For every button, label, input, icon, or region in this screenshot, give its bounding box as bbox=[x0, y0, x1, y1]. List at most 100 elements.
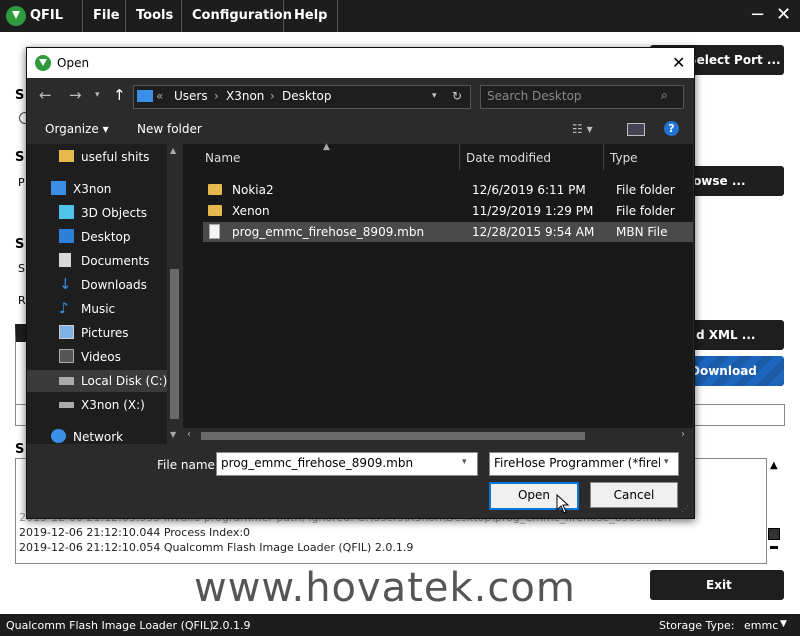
up-arrow-icon[interactable]: ↑ bbox=[113, 86, 126, 104]
scroll-thumb[interactable] bbox=[201, 432, 585, 440]
close-icon[interactable]: ✕ bbox=[776, 4, 791, 25]
breadcrumb-desktop[interactable]: Desktop bbox=[282, 89, 332, 103]
chevron-down-icon[interactable]: ▾ bbox=[432, 91, 437, 101]
nav-item-desktop[interactable]: Desktop bbox=[27, 226, 167, 248]
nav-item-network[interactable]: Network bbox=[27, 426, 167, 444]
nav-item-x3non-drive[interactable]: X3non (X:) bbox=[27, 394, 167, 416]
cube-icon bbox=[59, 205, 74, 219]
chevron-down-icon[interactable]: ▾ bbox=[462, 457, 467, 467]
column-header-type[interactable]: Type bbox=[610, 151, 638, 165]
picture-icon bbox=[59, 325, 74, 339]
file-type-value: FireHose Programmer (*firehos bbox=[494, 456, 660, 470]
file-row-xenon[interactable]: Xenon 11/29/2019 1:29 PM File folder bbox=[203, 201, 693, 221]
folder-icon bbox=[59, 150, 74, 162]
nav-item-3d-objects[interactable]: 3D Objects bbox=[27, 202, 167, 224]
nav-item-label: Videos bbox=[81, 350, 121, 364]
scroll-left-icon[interactable]: ‹ bbox=[187, 429, 191, 440]
app-title: QFIL bbox=[30, 8, 64, 23]
file-row-prog-emmc[interactable]: prog_emmc_firehose_8909.mbn 12/28/2015 9… bbox=[203, 222, 693, 242]
file-list-scrollbar[interactable]: ‹ › bbox=[183, 428, 693, 444]
organize-button[interactable]: Organize ▾ bbox=[45, 122, 109, 136]
file-date: 11/29/2019 1:29 PM bbox=[472, 204, 594, 218]
column-header-name[interactable]: Name bbox=[205, 151, 240, 165]
resize-grip-icon[interactable]: ⋰ bbox=[681, 504, 689, 513]
section-text: P bbox=[18, 176, 25, 189]
section-text: S bbox=[18, 262, 25, 275]
nav-item-label: Pictures bbox=[81, 326, 129, 340]
cancel-button[interactable]: Cancel bbox=[590, 482, 678, 508]
file-name: Xenon bbox=[232, 204, 270, 218]
nav-item-pictures[interactable]: Pictures bbox=[27, 322, 167, 344]
nav-item-local-disk[interactable]: Local Disk (C:) bbox=[27, 370, 167, 392]
file-type: MBN File bbox=[616, 225, 668, 239]
status-bar: Qualcomm Flash Image Loader (QFIL) 2.0.1… bbox=[0, 614, 800, 636]
qfil-logo-icon bbox=[6, 6, 26, 26]
navigation-row: ← → ▾ ↑ « Users › X3non › Desktop ▾ ↻ Se… bbox=[27, 78, 694, 114]
watermark: www.hovatek.com bbox=[194, 565, 576, 611]
scroll-down-icon[interactable]: ▼ bbox=[170, 430, 176, 439]
nav-item-label: X3non (X:) bbox=[81, 398, 145, 412]
exit-button[interactable]: Exit bbox=[650, 570, 784, 600]
storage-type-label: Storage Type: bbox=[659, 619, 735, 632]
search-input[interactable]: Search Desktop ⌕ bbox=[480, 85, 684, 109]
file-icon bbox=[209, 224, 220, 239]
breadcrumb-x3non[interactable]: X3non bbox=[226, 89, 264, 103]
scroll-up-icon[interactable]: ▲ bbox=[170, 146, 176, 155]
back-arrow-icon[interactable]: ← bbox=[39, 86, 52, 104]
drive-icon bbox=[59, 402, 74, 408]
nav-item-useful-shits[interactable]: useful shits bbox=[27, 146, 167, 168]
forward-arrow-icon[interactable]: → bbox=[69, 86, 82, 104]
preview-pane-icon[interactable] bbox=[627, 123, 645, 136]
scroll-thumb[interactable] bbox=[170, 269, 179, 419]
refresh-icon[interactable]: ↻ bbox=[452, 89, 462, 103]
status-version: 2.0.1.9 bbox=[212, 619, 251, 632]
address-bar[interactable]: « Users › X3non › Desktop ▾ ↻ bbox=[133, 85, 471, 109]
nav-item-videos[interactable]: Videos bbox=[27, 346, 167, 368]
menu-help[interactable]: Help bbox=[283, 0, 339, 32]
chevron-down-icon[interactable]: ▾ bbox=[664, 457, 669, 467]
scroll-end-icon[interactable] bbox=[770, 546, 778, 549]
menu-tools[interactable]: Tools bbox=[125, 0, 183, 32]
nav-item-label: Network bbox=[73, 430, 124, 444]
file-name-input[interactable]: prog_emmc_firehose_8909.mbn ▾ bbox=[216, 452, 478, 476]
column-separator[interactable] bbox=[603, 144, 604, 170]
search-placeholder: Search Desktop bbox=[487, 89, 582, 103]
nav-item-downloads[interactable]: ↓ Downloads bbox=[27, 274, 167, 296]
nav-item-label: useful shits bbox=[81, 150, 150, 164]
breadcrumb-users[interactable]: Users bbox=[174, 89, 208, 103]
dialog-footer: File name: prog_emmc_firehose_8909.mbn ▾… bbox=[27, 444, 694, 518]
address-prefix: « bbox=[156, 89, 164, 103]
column-separator[interactable] bbox=[459, 144, 460, 170]
menu-file[interactable]: File bbox=[82, 0, 130, 32]
nav-item-music[interactable]: ♪ Music bbox=[27, 298, 167, 320]
file-row-nokia2[interactable]: Nokia2 12/6/2019 6:11 PM File folder bbox=[203, 180, 693, 200]
storage-type-value[interactable]: emmc bbox=[744, 619, 778, 632]
view-options-icon[interactable]: ☷ ▾ bbox=[572, 122, 593, 136]
close-icon[interactable]: ✕ bbox=[672, 53, 685, 72]
nav-pane-scrollbar[interactable]: ▲ ▼ bbox=[167, 144, 182, 444]
new-folder-button[interactable]: New folder bbox=[137, 122, 202, 136]
status-app-name: Qualcomm Flash Image Loader (QFIL) bbox=[6, 619, 214, 632]
chevron-down-icon[interactable]: ▼ bbox=[780, 619, 787, 629]
scroll-up-icon[interactable]: ▲ bbox=[770, 460, 778, 471]
file-type: File folder bbox=[616, 183, 675, 197]
nav-item-documents[interactable]: Documents bbox=[27, 250, 167, 272]
chevron-down-icon[interactable]: ▾ bbox=[95, 90, 100, 100]
file-type: File folder bbox=[616, 204, 675, 218]
help-icon[interactable]: ? bbox=[664, 121, 679, 136]
scroll-right-icon[interactable]: › bbox=[681, 429, 685, 440]
minimize-icon[interactable]: − bbox=[750, 4, 765, 25]
document-icon bbox=[59, 253, 71, 267]
file-name: Nokia2 bbox=[232, 183, 274, 197]
column-header-date[interactable]: Date modified bbox=[466, 151, 551, 165]
folder-icon bbox=[208, 205, 222, 216]
dialog-toolbar: Organize ▾ New folder ☷ ▾ ? bbox=[27, 114, 694, 144]
nav-item-label: Desktop bbox=[81, 230, 131, 244]
breadcrumb-separator: › bbox=[214, 89, 219, 103]
section-letter: S bbox=[15, 150, 25, 165]
breadcrumb-separator: › bbox=[270, 89, 275, 103]
nav-item-x3non[interactable]: X3non bbox=[27, 178, 167, 200]
download-icon: ↓ bbox=[59, 275, 72, 293]
scroll-thumb[interactable] bbox=[768, 528, 780, 540]
file-type-select[interactable]: FireHose Programmer (*firehos ▾ bbox=[489, 452, 679, 476]
